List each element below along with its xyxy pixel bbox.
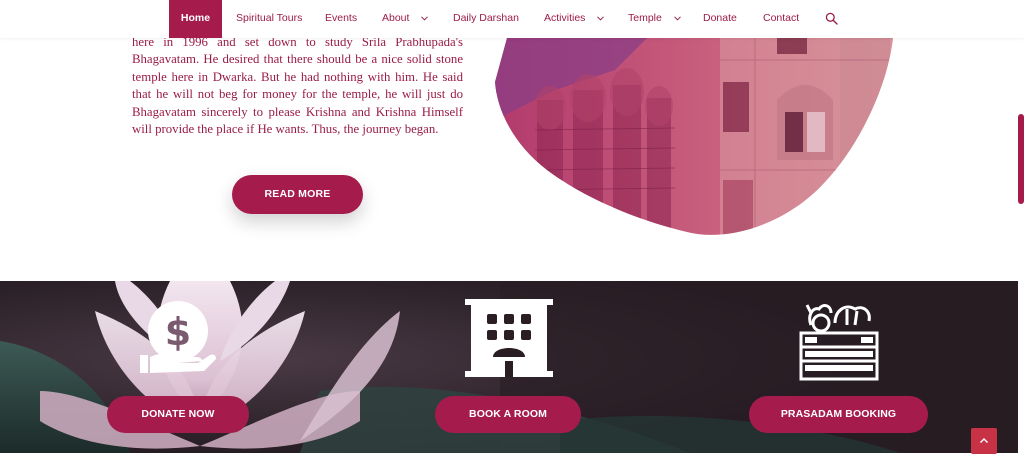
nav-about[interactable]: About	[382, 0, 429, 38]
temple-image	[495, 38, 893, 235]
book-a-room-button[interactable]: BOOK A ROOM	[435, 396, 581, 433]
food-crate-icon	[799, 304, 879, 381]
services-banner: $ DONATE NOW BOOK A ROOM PRASADAM BOOKIN…	[0, 281, 1018, 453]
chevron-down-icon	[597, 16, 605, 21]
nav-events[interactable]: Events	[325, 0, 357, 38]
nav-about-label: About	[382, 12, 410, 24]
read-more-button[interactable]: READ MORE	[232, 175, 363, 214]
nav-donate[interactable]: Donate	[703, 0, 737, 38]
search-icon[interactable]	[825, 12, 838, 25]
main-navigation: Home Spiritual Tours Events About Daily …	[0, 0, 1024, 38]
prasadam-booking-button[interactable]: PRASADAM BOOKING	[749, 396, 928, 433]
donate-now-button[interactable]: DONATE NOW	[107, 396, 249, 433]
hotel-building-icon	[465, 299, 553, 377]
svg-text:$: $	[165, 310, 191, 354]
donation-coin-icon: $	[140, 301, 216, 373]
nav-contact[interactable]: Contact	[763, 0, 799, 38]
page-scrollbar[interactable]	[1018, 114, 1024, 204]
nav-daily-darshan[interactable]: Daily Darshan	[453, 0, 519, 38]
nav-temple[interactable]: Temple	[628, 0, 681, 38]
nav-activities-label: Activities	[544, 12, 586, 24]
scroll-to-top-button[interactable]	[971, 428, 997, 454]
nav-home[interactable]: Home	[169, 0, 222, 38]
about-paragraph: here in 1996 and set down to study Srila…	[132, 35, 463, 137]
chevron-down-icon	[421, 16, 429, 21]
nav-spiritual-tours[interactable]: Spiritual Tours	[236, 0, 302, 38]
nav-temple-label: Temple	[628, 12, 662, 24]
nav-activities[interactable]: Activities	[544, 0, 605, 38]
chevron-up-icon	[980, 438, 988, 443]
chevron-down-icon	[673, 16, 681, 21]
